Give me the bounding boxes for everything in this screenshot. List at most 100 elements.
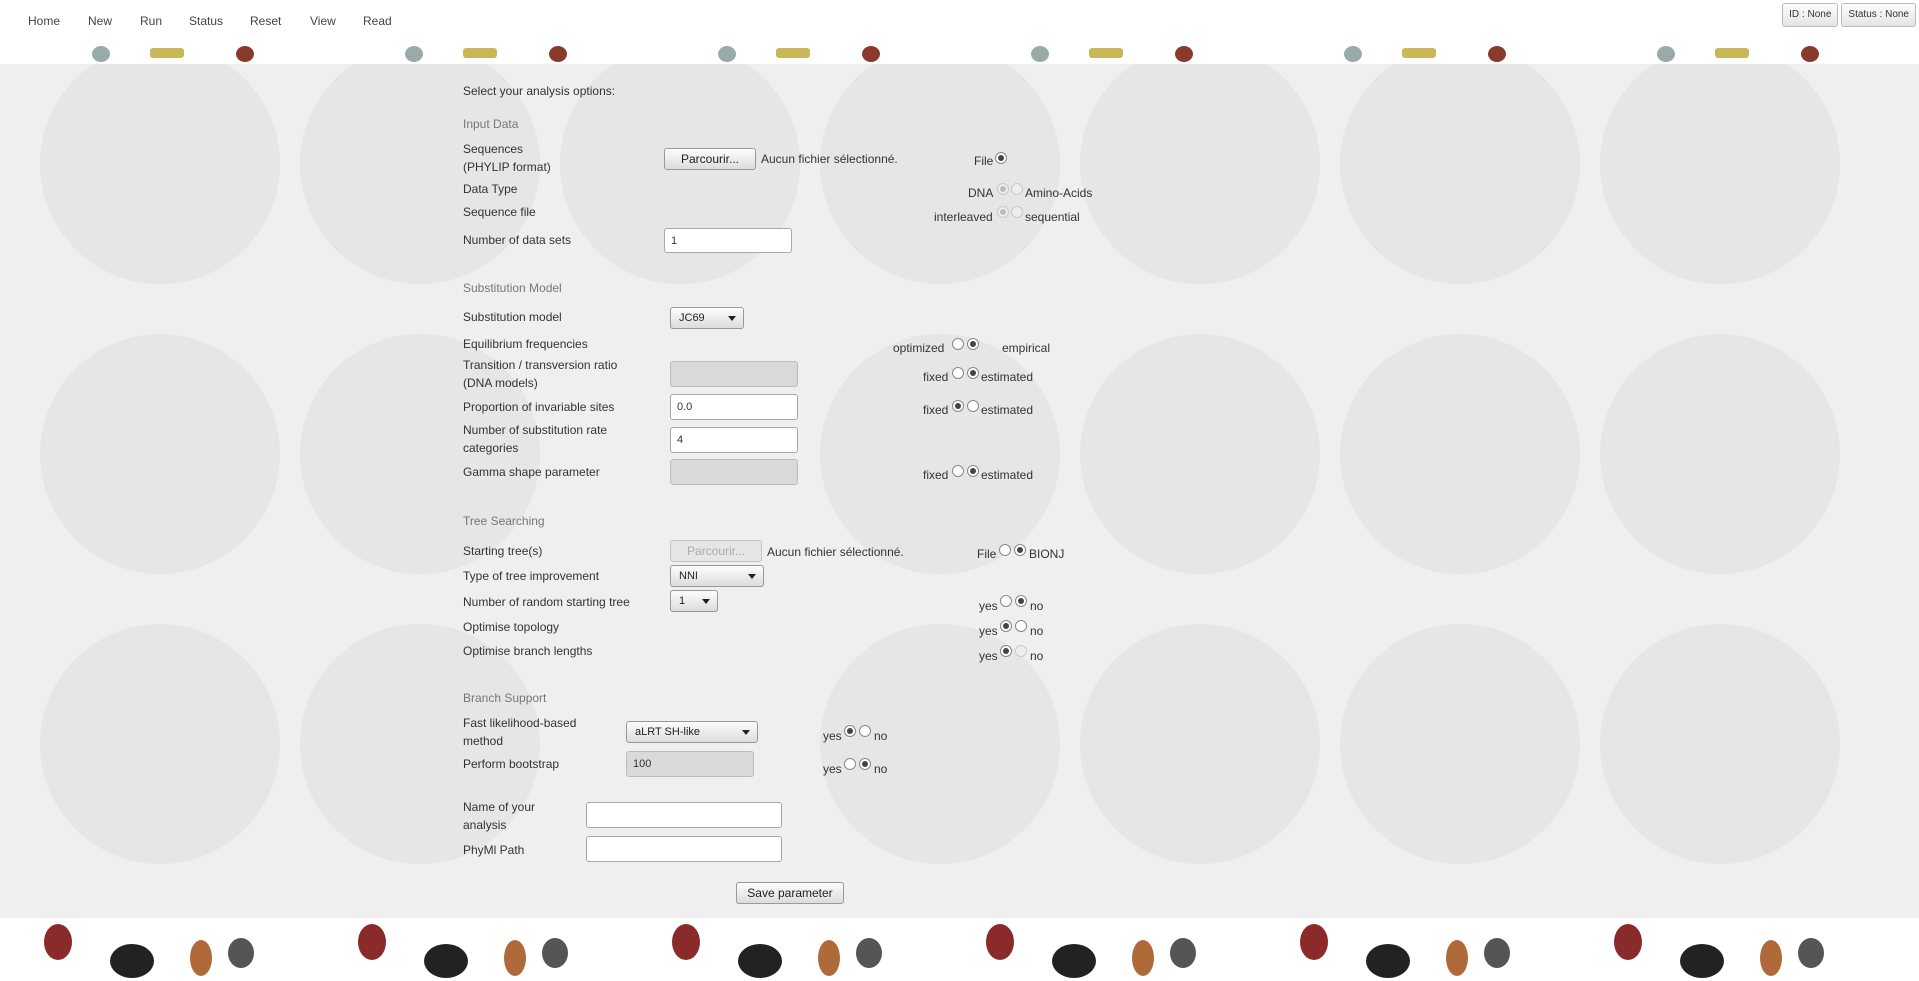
animal-image (110, 944, 154, 978)
gamma-estimated-radio[interactable] (967, 465, 979, 477)
random-yes-label: yes (979, 599, 998, 613)
ts-tv-fixed-radio[interactable] (952, 367, 964, 379)
perform-bootstrap-label: Perform bootstrap (463, 757, 560, 771)
num-datasets-label: Number of data sets (463, 233, 572, 247)
sequential-radio[interactable] (1011, 206, 1023, 218)
nav-reset[interactable]: Reset (250, 14, 281, 28)
background-circle (40, 64, 280, 284)
ts-tv-estimated-radio[interactable] (967, 367, 979, 379)
ncat-input[interactable] (670, 427, 798, 453)
bootstrap-input[interactable] (626, 751, 754, 777)
phyml-path-input[interactable] (586, 836, 782, 862)
tree-improvement-label: Type of tree improvement (463, 569, 600, 583)
animal-image (862, 46, 880, 62)
section-substitution-model: Substitution Model (463, 281, 562, 295)
branch-lengths-no-radio[interactable] (1015, 645, 1027, 657)
random-starting-tree-select[interactable]: 1 (670, 590, 718, 612)
gamma-fixed-radio[interactable] (952, 465, 964, 477)
nav-read[interactable]: Read (363, 14, 392, 28)
analysis-name-label-2: analysis (463, 818, 507, 832)
random-no-radio[interactable] (1015, 595, 1027, 607)
pinv-fixed-radio[interactable] (952, 400, 964, 412)
plant-image (150, 48, 184, 58)
bootstrap-yes-label: yes (823, 762, 842, 776)
interleaved-radio[interactable] (997, 206, 1009, 218)
input-file-radio[interactable] (995, 152, 1007, 164)
background-circle (40, 334, 280, 574)
ts-tv-ratio-input[interactable] (670, 361, 798, 387)
sequences-browse-button[interactable]: Parcourir... (664, 148, 756, 170)
bootstrap-no-radio[interactable] (859, 758, 871, 770)
nav-home[interactable]: Home (28, 14, 60, 28)
animal-image (190, 940, 212, 976)
nav-new[interactable]: New (88, 14, 112, 28)
top-navigation-bar: Home New Run Status Reset View Read ID :… (0, 0, 1919, 46)
animal-image (1760, 940, 1782, 976)
empirical-radio[interactable] (967, 338, 979, 350)
animal-image (1170, 938, 1196, 968)
topology-yes-radio[interactable] (1000, 620, 1012, 632)
optimise-topology-label: Optimise topology (463, 620, 560, 634)
animal-image (1366, 944, 1410, 978)
animal-image (1657, 46, 1675, 62)
random-yes-radio[interactable] (1000, 595, 1012, 607)
gamma-fixed-label: fixed (923, 468, 949, 482)
amino-acids-radio[interactable] (1011, 183, 1023, 195)
pinv-fixed-label: fixed (923, 403, 949, 417)
dna-radio[interactable] (997, 183, 1009, 195)
analysis-name-input[interactable] (586, 802, 782, 828)
background-circle (1080, 64, 1320, 284)
plant-image (1715, 48, 1749, 58)
sequences-label: Sequences (463, 142, 524, 156)
animal-image (1488, 46, 1506, 62)
plant-image (1402, 48, 1436, 58)
pinv-estimated-radio[interactable] (967, 400, 979, 412)
tree-file-radio[interactable] (999, 544, 1011, 556)
background-circle (1340, 334, 1580, 574)
background-circle (1080, 334, 1320, 574)
animal-image (1680, 944, 1724, 978)
save-parameter-button[interactable]: Save parameter (736, 882, 844, 904)
nav-status[interactable]: Status (189, 14, 223, 28)
optimized-radio[interactable] (952, 338, 964, 350)
ts-tv-dna-models-label: (DNA models) (463, 376, 538, 390)
plant-image (1089, 48, 1123, 58)
branch-lengths-yes-radio[interactable] (1000, 645, 1012, 657)
background-circle (1340, 64, 1580, 284)
tree-file-option-label: File (977, 547, 997, 561)
background-circle (1600, 624, 1840, 864)
pinv-input[interactable] (670, 394, 798, 420)
substitution-model-select[interactable]: JC69 (670, 307, 744, 329)
tree-improvement-select[interactable]: NNI (670, 565, 764, 587)
animal-image (1798, 938, 1824, 968)
gamma-input[interactable] (670, 459, 798, 485)
nav-run[interactable]: Run (140, 14, 162, 28)
num-datasets-input[interactable] (664, 228, 792, 253)
animal-image (549, 46, 567, 62)
file-option-label: File (974, 154, 994, 168)
fast-likelihood-label: Fast likelihood-based (463, 716, 577, 730)
nav-view[interactable]: View (310, 14, 336, 28)
starting-tree-no-file-text: Aucun fichier sélectionné. (767, 545, 904, 559)
background-circle (1340, 624, 1580, 864)
fast-likelihood-yes-radio[interactable] (844, 725, 856, 737)
fast-likelihood-no-radio[interactable] (859, 725, 871, 737)
bionj-radio[interactable] (1014, 544, 1026, 556)
fast-likelihood-select[interactable]: aLRT SH-like (626, 721, 758, 743)
background-pattern (0, 64, 1919, 918)
topology-no-label: no (1030, 624, 1044, 638)
starting-tree-browse-button[interactable]: Parcourir... (670, 540, 762, 562)
section-tree-searching: Tree Searching (463, 514, 545, 528)
animal-image (424, 944, 468, 978)
bootstrap-yes-radio[interactable] (844, 758, 856, 770)
plant-image (463, 48, 497, 58)
section-branch-support: Branch Support (463, 691, 547, 705)
animal-image (228, 938, 254, 968)
branch-lengths-no-label: no (1030, 649, 1044, 663)
animal-image (542, 938, 568, 968)
id-badge: ID : None (1782, 3, 1839, 27)
animal-image (1052, 944, 1096, 978)
section-input-data: Input Data (463, 117, 519, 131)
gamma-label: Gamma shape parameter (463, 465, 600, 479)
topology-no-radio[interactable] (1015, 620, 1027, 632)
